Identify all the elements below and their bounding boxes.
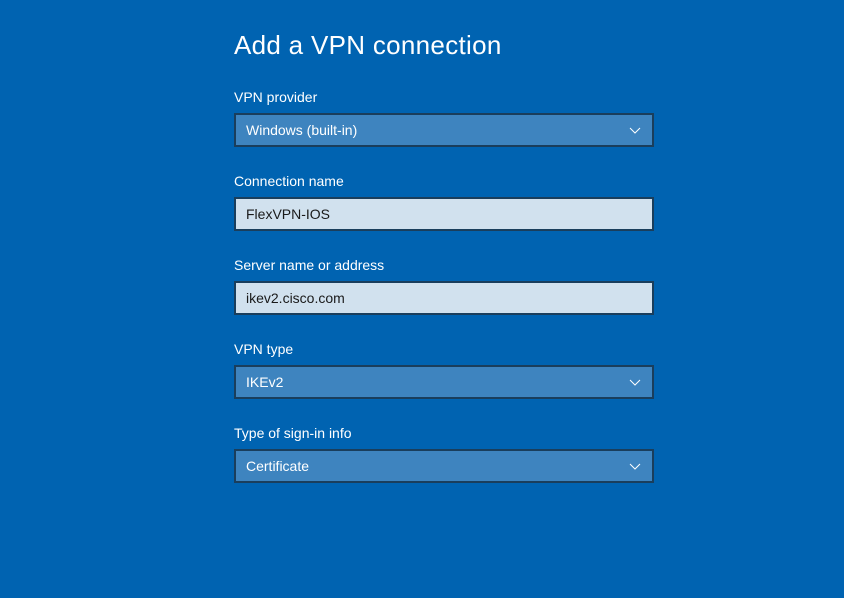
server-address-input[interactable]: [234, 281, 654, 315]
connection-name-group: Connection name: [234, 173, 844, 231]
chevron-down-icon: [628, 459, 642, 473]
vpn-provider-label: VPN provider: [234, 89, 844, 105]
connection-name-label: Connection name: [234, 173, 844, 189]
vpn-provider-dropdown[interactable]: Windows (built-in): [234, 113, 654, 147]
signin-type-group: Type of sign-in info Certificate: [234, 425, 844, 483]
page-title: Add a VPN connection: [234, 30, 844, 61]
signin-type-label: Type of sign-in info: [234, 425, 844, 441]
vpn-type-value: IKEv2: [246, 374, 283, 390]
vpn-type-dropdown[interactable]: IKEv2: [234, 365, 654, 399]
vpn-provider-group: VPN provider Windows (built-in): [234, 89, 844, 147]
chevron-down-icon: [628, 375, 642, 389]
vpn-type-label: VPN type: [234, 341, 844, 357]
connection-name-input[interactable]: [234, 197, 654, 231]
vpn-type-group: VPN type IKEv2: [234, 341, 844, 399]
chevron-down-icon: [628, 123, 642, 137]
server-address-label: Server name or address: [234, 257, 844, 273]
signin-type-dropdown[interactable]: Certificate: [234, 449, 654, 483]
signin-type-value: Certificate: [246, 458, 309, 474]
vpn-provider-value: Windows (built-in): [246, 122, 357, 138]
server-address-group: Server name or address: [234, 257, 844, 315]
